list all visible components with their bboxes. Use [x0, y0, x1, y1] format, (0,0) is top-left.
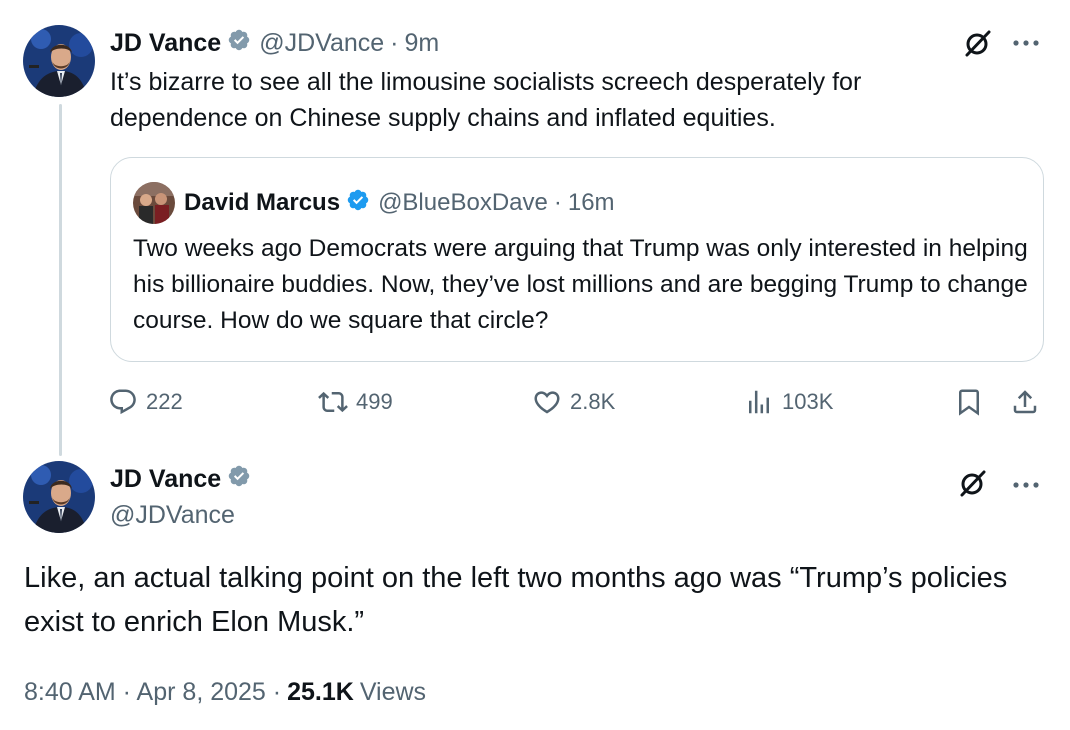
quoted-author-name[interactable]: David Marcus: [184, 189, 340, 217]
bookmark-button[interactable]: [954, 380, 992, 424]
quoted-avatar[interactable]: [133, 182, 175, 224]
views-count: 25.1K: [287, 677, 354, 706]
bookmark-icon: [959, 389, 979, 416]
reply-post-text: Like, an actual talking point on the lef…: [24, 562, 1008, 638]
post-time[interactable]: 9m: [404, 29, 439, 58]
quoted-post-time[interactable]: 16m: [568, 189, 615, 217]
author-handle[interactable]: @JDVance: [259, 29, 384, 58]
quoted-post-card[interactable]: David Marcus @BlueBoxDave · 16m Two week…: [110, 157, 1044, 362]
reply-count: 222: [146, 389, 183, 414]
post-metadata: 8:40 AM · Apr 8, 2025 · 25.1K Views: [24, 672, 426, 712]
quoted-post-header: David Marcus @BlueBoxDave · 16m: [184, 184, 615, 222]
quoted-post-text: Two weeks ago Democrats were arguing tha…: [133, 235, 1028, 334]
post-action-bar: 222 499 2.8K 103K: [108, 380, 1048, 424]
grok-icon[interactable]: [960, 25, 996, 61]
repost-count: 499: [356, 389, 393, 414]
post-header: JD Vance @JDVance · 9m: [110, 24, 439, 62]
author-handle[interactable]: @JDVance: [110, 496, 235, 534]
views-icon: [749, 390, 769, 414]
separator-dot: ·: [553, 189, 562, 216]
more-icon[interactable]: [1008, 467, 1044, 503]
like-count: 2.8K: [570, 389, 616, 414]
avatar[interactable]: [23, 461, 95, 533]
author-name[interactable]: JD Vance: [110, 29, 221, 58]
quoted-author-handle[interactable]: @BlueBoxDave: [378, 189, 548, 217]
like-icon: [534, 391, 560, 414]
reply-icon: [110, 389, 136, 415]
views-count: 103K: [782, 389, 834, 414]
separator-dot: ·: [390, 28, 399, 57]
verified-badge-icon[interactable]: [227, 464, 251, 495]
views-label: Views: [359, 677, 427, 706]
reply-button[interactable]: 222: [108, 380, 183, 424]
thread-connector-line: [59, 104, 62, 456]
share-icon: [1013, 390, 1037, 414]
avatar[interactable]: [23, 25, 95, 97]
views-button[interactable]: 103K: [744, 380, 833, 424]
more-icon[interactable]: [1008, 25, 1044, 61]
reply-post-header: JD Vance: [110, 460, 251, 498]
author-name[interactable]: JD Vance: [110, 465, 221, 494]
post-text: It’s bizarre to see all the limousine so…: [110, 68, 862, 132]
repost-button[interactable]: 499: [318, 380, 393, 424]
verified-badge-icon[interactable]: [346, 188, 370, 219]
like-button[interactable]: 2.8K: [532, 380, 615, 424]
grok-icon[interactable]: [955, 465, 991, 501]
share-button[interactable]: [1010, 380, 1048, 424]
post-timestamp[interactable]: 8:40 AM · Apr 8, 2025 ·: [24, 678, 281, 707]
repost-icon: [318, 391, 348, 413]
verified-badge-icon[interactable]: [227, 28, 251, 59]
